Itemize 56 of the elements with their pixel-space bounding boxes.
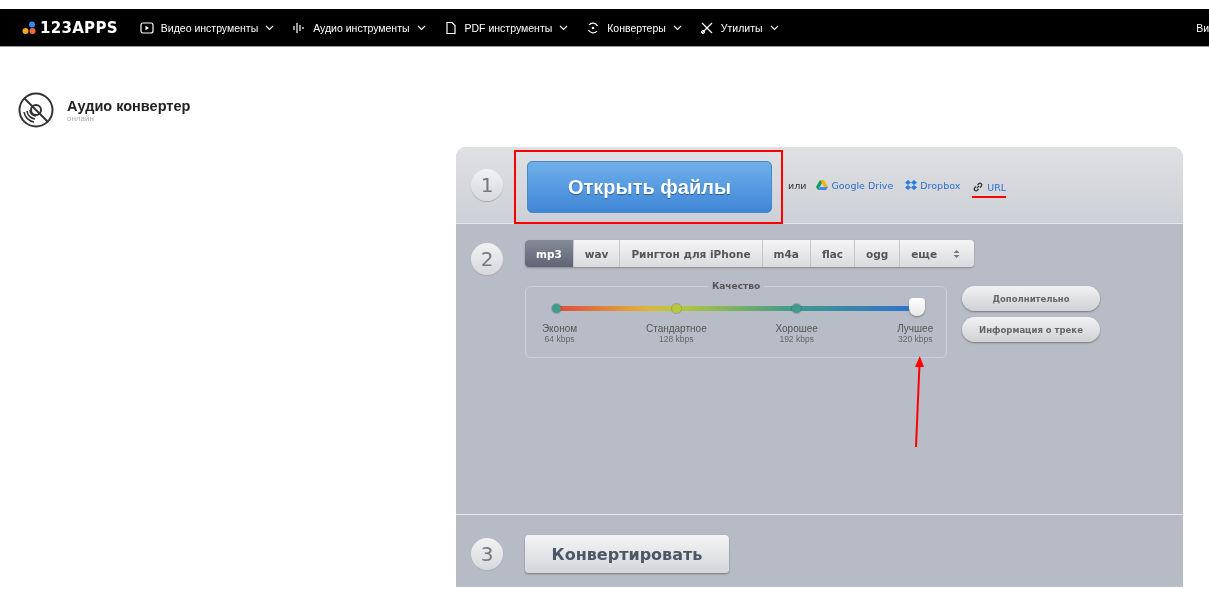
format-tab[interactable]: ogg — [855, 240, 901, 267]
nav-menu-item[interactable]: Видео инструменты — [139, 20, 275, 35]
nav-menu-item[interactable]: PDF инструменты — [443, 20, 569, 35]
chevron-down-icon — [769, 24, 779, 31]
slider-stop-dot — [551, 304, 561, 313]
refresh-icon — [586, 20, 601, 35]
chevron-down-icon — [559, 24, 569, 31]
chevron-down-icon — [265, 24, 275, 31]
or-label: или — [788, 179, 807, 191]
options-button[interactable]: Дополнительно — [962, 286, 1100, 311]
page-title: Аудио конвертер — [67, 97, 191, 114]
slider-thumb[interactable] — [909, 298, 925, 316]
document-icon — [443, 20, 458, 35]
quality-level-name: Лучшее — [897, 323, 934, 334]
format-tab[interactable]: flac — [810, 240, 855, 267]
nav-menu-item[interactable]: Ви — [1196, 21, 1209, 34]
quality-level-name: Стандартное — [645, 323, 707, 334]
source-link[interactable]: URL — [972, 181, 1007, 198]
options-button[interactable]: Информация о треке — [962, 317, 1100, 342]
format-dropdown[interactable]: еще — [900, 240, 974, 267]
quality-level-name: Эконом — [541, 323, 578, 334]
nav-menu-item[interactable]: Аудио инструменты — [292, 20, 426, 35]
step-number: 1 — [471, 169, 503, 201]
source-link[interactable]: Dropbox — [905, 179, 961, 191]
bitrate-label: 320 kbps — [897, 334, 934, 344]
bitrate-label: 64 kbps — [543, 334, 576, 344]
format-tab[interactable]: Рингтон для iPhone — [620, 240, 763, 267]
nav-menu-item[interactable]: Утилиты — [699, 20, 779, 35]
quality-level-name: Хорошее — [775, 323, 818, 334]
bitrate-label: 192 kbps — [779, 334, 814, 344]
chevron-down-icon — [672, 24, 682, 31]
logo-dots-icon — [22, 20, 36, 35]
step-number: 3 — [471, 538, 503, 570]
waveform-icon — [292, 20, 307, 35]
nav-menu-item[interactable]: Конвертеры — [586, 20, 682, 35]
disc-icon — [18, 92, 54, 128]
logo[interactable]: 123APPS — [40, 18, 118, 37]
page-subtitle: онлайн — [67, 113, 95, 123]
drive-icon — [816, 179, 829, 191]
bitrate-label: 128 kbps — [659, 334, 694, 344]
format-tab[interactable]: m4a — [762, 240, 811, 267]
format-tab[interactable]: mp3 — [525, 240, 574, 267]
play-icon — [139, 20, 154, 35]
open-files-button[interactable]: Открыть файлы — [527, 161, 772, 213]
link-icon — [972, 181, 985, 193]
chevron-down-icon — [416, 24, 426, 31]
updown-icon — [953, 248, 960, 259]
slider-stop-dot — [792, 304, 802, 313]
step-number: 2 — [471, 243, 503, 275]
format-tab[interactable]: wav — [573, 240, 621, 267]
slider-stop-dot — [671, 304, 681, 313]
source-link[interactable]: Google Drive — [816, 179, 894, 191]
scissors-icon — [699, 20, 714, 35]
convert-button[interactable]: Конвертировать — [525, 535, 729, 573]
dropbox-icon — [905, 179, 918, 191]
quality-label: Качество — [707, 281, 765, 291]
